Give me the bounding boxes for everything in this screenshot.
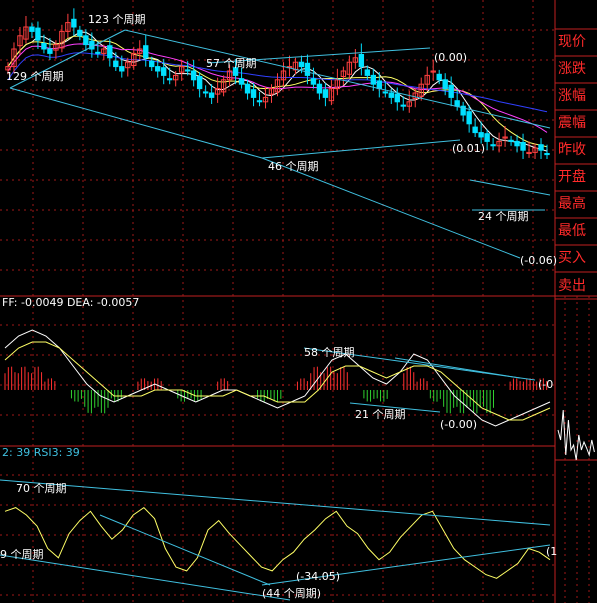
candle-body bbox=[538, 144, 544, 151]
candle-body bbox=[442, 79, 448, 90]
stock-chart: FF: -0.0049 DEA: -0.0057 2: 39 RSI3: 39 … bbox=[0, 0, 597, 603]
candle-body bbox=[244, 83, 251, 94]
candle-body bbox=[466, 111, 472, 125]
sidebar-label-open: 开盘 bbox=[558, 168, 586, 185]
candle-body bbox=[196, 76, 203, 90]
candle-body bbox=[143, 45, 149, 59]
price-annotation: 129 个周期 bbox=[6, 70, 64, 83]
candle-body bbox=[490, 144, 496, 147]
candle-body bbox=[358, 54, 365, 68]
candle-body bbox=[520, 142, 526, 151]
sidebar-label-amplitude: 震幅 bbox=[558, 115, 586, 131]
candle-body bbox=[508, 139, 514, 142]
price-annotation: 123 个周期 bbox=[88, 13, 146, 26]
candle-body bbox=[448, 84, 454, 98]
candle-body bbox=[544, 153, 550, 156]
candle-body bbox=[394, 93, 400, 103]
sidebar-label-current-price: 现价 bbox=[558, 34, 586, 50]
sidebar-label-change-pct: 涨幅 bbox=[558, 88, 586, 104]
candle-body bbox=[29, 26, 35, 32]
candle-body bbox=[208, 92, 215, 98]
candle-body bbox=[77, 29, 83, 37]
candle-body bbox=[107, 45, 113, 59]
candle-body bbox=[514, 140, 520, 147]
sidebar-label-change: 涨跌 bbox=[558, 61, 586, 77]
candle-body bbox=[310, 78, 317, 85]
candle-body bbox=[238, 78, 245, 85]
price-annotation: (0.00) bbox=[434, 51, 467, 64]
candle-body bbox=[376, 80, 383, 90]
candle-body bbox=[250, 89, 257, 98]
candle-body bbox=[184, 69, 191, 72]
rsi-annotation: (44 个周期) bbox=[262, 587, 321, 600]
candle-body bbox=[167, 78, 173, 81]
price-annotation: 57 个周期 bbox=[206, 57, 257, 70]
candle-body bbox=[256, 100, 263, 103]
candle-body bbox=[304, 62, 311, 76]
candle-body bbox=[149, 60, 155, 68]
rsi-annotation: 9 个周期 bbox=[0, 548, 44, 561]
candle-body bbox=[202, 91, 209, 94]
candle-body bbox=[155, 66, 161, 72]
candle-body bbox=[95, 51, 101, 54]
candle-body bbox=[298, 61, 305, 68]
macd-annotation: (-0.00) bbox=[440, 418, 477, 431]
price-annotation: (-0.06) bbox=[520, 254, 557, 267]
candle-body bbox=[370, 74, 377, 85]
candle-body bbox=[113, 60, 119, 68]
macd-annotation: (-0 bbox=[538, 378, 553, 391]
candle-body bbox=[478, 132, 484, 138]
macd-annotation: 58 个周期 bbox=[304, 346, 355, 359]
candle-body bbox=[35, 27, 41, 41]
price-annotation: 46 个周期 bbox=[268, 160, 319, 173]
sidebar-label-bid: 买入 bbox=[558, 250, 586, 266]
candle-body bbox=[364, 69, 371, 76]
rsi-header: 2: 39 RSI3: 39 bbox=[2, 446, 80, 459]
candle-body bbox=[322, 89, 329, 98]
candle-body bbox=[400, 104, 406, 107]
rsi-annotation: 70 个周期 bbox=[16, 482, 67, 495]
candle-body bbox=[161, 67, 167, 76]
candle-body bbox=[388, 92, 394, 98]
sidebar-label-high: 最高 bbox=[558, 195, 586, 212]
price-annotation: 24 个周期 bbox=[478, 210, 529, 223]
candle-body bbox=[41, 43, 47, 50]
candle-body bbox=[316, 83, 323, 94]
sidebar-label-low: 最低 bbox=[558, 223, 586, 239]
sidebar-label-ask: 卖出 bbox=[558, 278, 586, 294]
candle-body bbox=[190, 70, 197, 81]
candle-body bbox=[454, 100, 460, 107]
candle-body bbox=[484, 133, 490, 142]
candle-body bbox=[47, 48, 53, 54]
candle-body bbox=[472, 126, 478, 134]
candle-body bbox=[119, 66, 125, 72]
macd-header: FF: -0.0049 DEA: -0.0057 bbox=[2, 296, 139, 309]
sidebar-label-prev-close: 昨收 bbox=[558, 142, 586, 158]
candle-body bbox=[436, 73, 442, 81]
candle-body bbox=[382, 91, 388, 94]
macd-annotation: 21 个周期 bbox=[355, 408, 406, 421]
rsi-annotation: (1 bbox=[546, 545, 557, 558]
rsi-annotation: (-34.05) bbox=[296, 570, 340, 583]
price-annotation: (0.01) bbox=[452, 142, 485, 155]
candle-body bbox=[83, 35, 89, 46]
candle-body bbox=[71, 18, 77, 28]
